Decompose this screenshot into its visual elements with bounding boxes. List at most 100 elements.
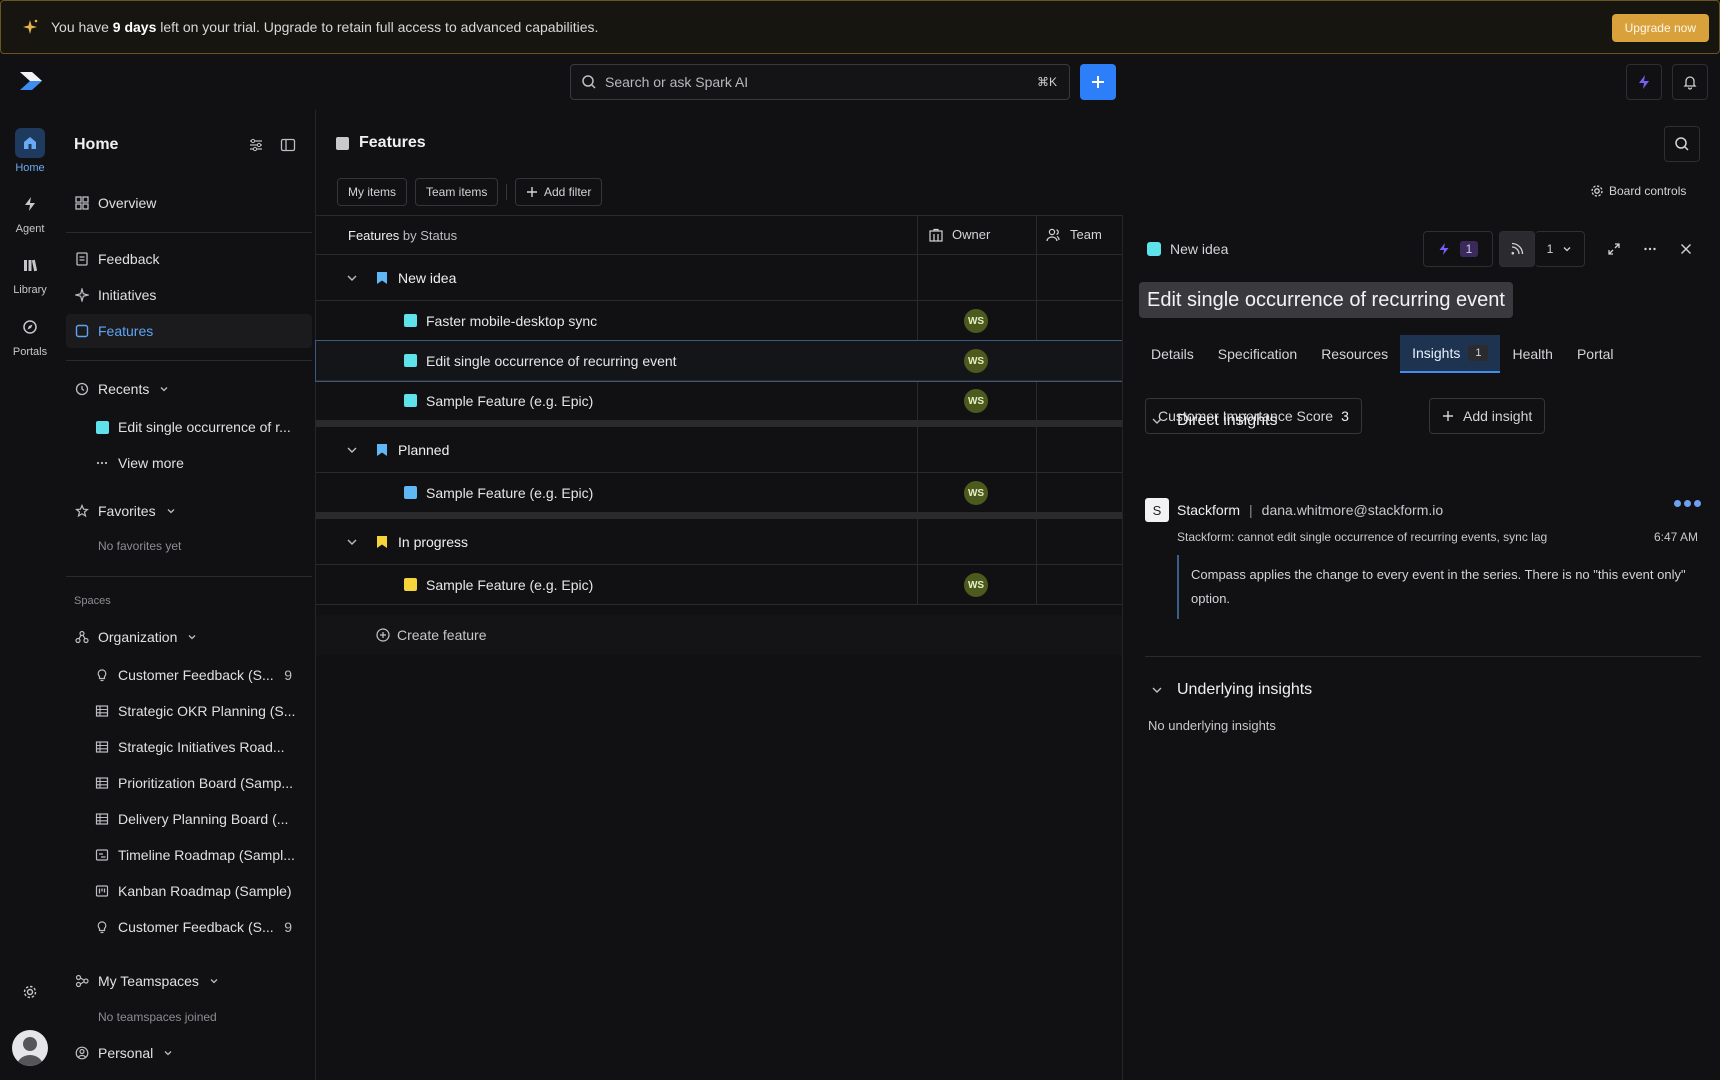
more-options-button[interactable] [1643,242,1657,256]
insight-email[interactable]: dana.whitmore@stackform.io [1262,502,1444,518]
rail-portals[interactable]: Portals [6,312,54,358]
feature-row[interactable]: Sample Feature (e.g. Epic) WS [316,565,1122,605]
owner-avatar[interactable]: WS [964,309,988,333]
tab-health[interactable]: Health [1500,335,1564,373]
space-item-initiatives-roadmap[interactable]: Strategic Initiatives Road... [66,730,312,764]
owner-avatar[interactable]: WS [964,573,988,597]
space-item-customer-feedback[interactable]: Customer Feedback (S... 9 [66,658,312,692]
followers-count: 1 [1546,242,1554,256]
status-indicator[interactable]: New idea [1147,241,1228,257]
feature-title-input[interactable]: Edit single occurrence of recurring even… [1139,282,1513,318]
detail-tabs: Details Specification Resources Insights… [1139,335,1626,373]
feature-square-icon [94,419,110,435]
add-insight-button[interactable]: Add insight [1429,398,1546,434]
bolt-icon [1439,243,1449,255]
sidebar-item-overview[interactable]: Overview [66,186,312,220]
space-item-delivery-board[interactable]: Delivery Planning Board (... [66,802,312,836]
space-item-timeline-roadmap[interactable]: Timeline Roadmap (Sampl... [66,838,312,872]
space-item-count: 9 [284,919,292,935]
trial-banner: You have 9 days left on your trial. Upgr… [0,0,1720,54]
insight-source[interactable]: Stackform [1177,502,1240,518]
group-row-planned[interactable]: Planned [316,427,1122,473]
sidebar-item-features[interactable]: Features [66,314,312,348]
bolt-icon [15,189,45,219]
group-row-new-idea[interactable]: New idea [316,255,1122,301]
notifications-button[interactable] [1672,64,1708,100]
sidebar-item-feedback[interactable]: Feedback [66,242,312,276]
chevron-down-icon [347,539,357,545]
direct-insights-heading: Direct insights [1177,412,1278,429]
collapse-sidebar-button[interactable] [280,137,296,153]
upgrade-now-button[interactable]: Upgrade now [1611,14,1709,42]
space-item-okr-planning[interactable]: Strategic OKR Planning (S... [66,694,312,728]
tab-details[interactable]: Details [1139,335,1206,373]
ellipsis-icon [1644,247,1656,251]
status-label: New idea [1170,241,1229,257]
spark-insights-button[interactable]: 1 [1423,231,1493,267]
space-item-kanban-roadmap[interactable]: Kanban Roadmap (Sample) [66,874,312,908]
team-column-header[interactable]: Team [1046,227,1102,242]
tab-insights[interactable]: Insights 1 [1400,335,1501,373]
feature-row[interactable]: Sample Feature (e.g. Epic) WS [316,473,1122,513]
follow-button[interactable] [1499,231,1535,267]
rail-agent-label: Agent [15,223,45,235]
sidebar-filter-button[interactable] [248,137,264,153]
view-more-link[interactable]: View more [66,446,312,480]
owner-avatar[interactable]: WS [964,389,988,413]
underlying-insights-toggle[interactable]: Underlying insights [1151,681,1312,699]
team-column-label: Team [1070,227,1102,242]
followers-dropdown[interactable]: 1 [1535,231,1585,267]
recent-item[interactable]: Edit single occurrence of r... [66,410,312,444]
sidebar-item-label: Features [98,323,154,339]
owner-column-header[interactable]: Owner [928,227,990,242]
insights-count-badge: 1 [1468,345,1489,361]
feature-name: Edit single occurrence of recurring even… [426,352,677,369]
space-item-customer-feedback-2[interactable]: Customer Feedback (S... 9 [66,910,312,944]
feature-square-icon [404,486,417,499]
personal-section-toggle[interactable]: Personal [66,1036,312,1070]
tab-portal[interactable]: Portal [1565,335,1626,373]
space-item-prioritization-board[interactable]: Prioritization Board (Samp... [66,766,312,800]
tab-resources[interactable]: Resources [1309,335,1400,373]
rail-home[interactable]: Home [6,128,54,174]
favorites-section-toggle[interactable]: Favorites [66,494,312,528]
owner-avatar[interactable]: WS [964,481,988,505]
my-items-filter[interactable]: My items [337,178,407,206]
sidebar-item-initiatives[interactable]: Initiatives [66,278,312,312]
create-feature-button[interactable]: Create feature [316,615,1122,655]
feature-row[interactable]: Faster mobile-desktop sync WS [316,301,1122,341]
plus-icon [1443,411,1453,421]
global-search-input[interactable]: Search or ask Spark AI ⌘K [570,64,1070,100]
settings-button[interactable] [22,984,38,1000]
user-avatar[interactable] [12,1030,48,1066]
feature-row[interactable]: Sample Feature (e.g. Epic) WS [316,381,1122,421]
feature-row-selected[interactable]: Edit single occurrence of recurring even… [315,340,1123,382]
recents-label: Recents [98,381,150,397]
no-favorites-text: No favorites yet [98,539,182,553]
direct-insights-toggle[interactable]: Direct insights [1151,412,1277,430]
organization-section-toggle[interactable]: Organization [66,620,312,654]
tab-specification[interactable]: Specification [1206,335,1309,373]
team-items-filter[interactable]: Team items [415,178,499,206]
app-logo[interactable] [18,70,44,92]
underlying-insights-heading: Underlying insights [1177,681,1313,698]
close-panel-button[interactable] [1679,242,1693,256]
spark-ai-button[interactable] [1626,64,1662,100]
expand-button[interactable] [1607,242,1621,256]
insight-menu-icon[interactable] [1674,500,1701,507]
rail-agent[interactable]: Agent [6,189,54,235]
owner-avatar[interactable]: WS [964,349,988,373]
team-items-label: Team items [426,185,488,199]
teamspaces-section-toggle[interactable]: My Teamspaces [66,964,312,998]
rail-library[interactable]: Library [6,250,54,296]
add-filter-button[interactable]: Add filter [515,178,603,206]
recents-section-toggle[interactable]: Recents [66,372,312,406]
chevron-down-icon [347,275,357,281]
insight-subject[interactable]: Stackform: cannot edit single occurrence… [1177,530,1547,544]
group-row-in-progress[interactable]: In progress [316,519,1122,565]
create-button[interactable] [1080,64,1116,100]
board-controls-button[interactable]: Board controls [1590,184,1686,198]
bolt-icon [1639,75,1649,89]
board-search-button[interactable] [1664,126,1700,162]
trial-message: You have 9 days left on your trial. Upgr… [51,19,599,35]
